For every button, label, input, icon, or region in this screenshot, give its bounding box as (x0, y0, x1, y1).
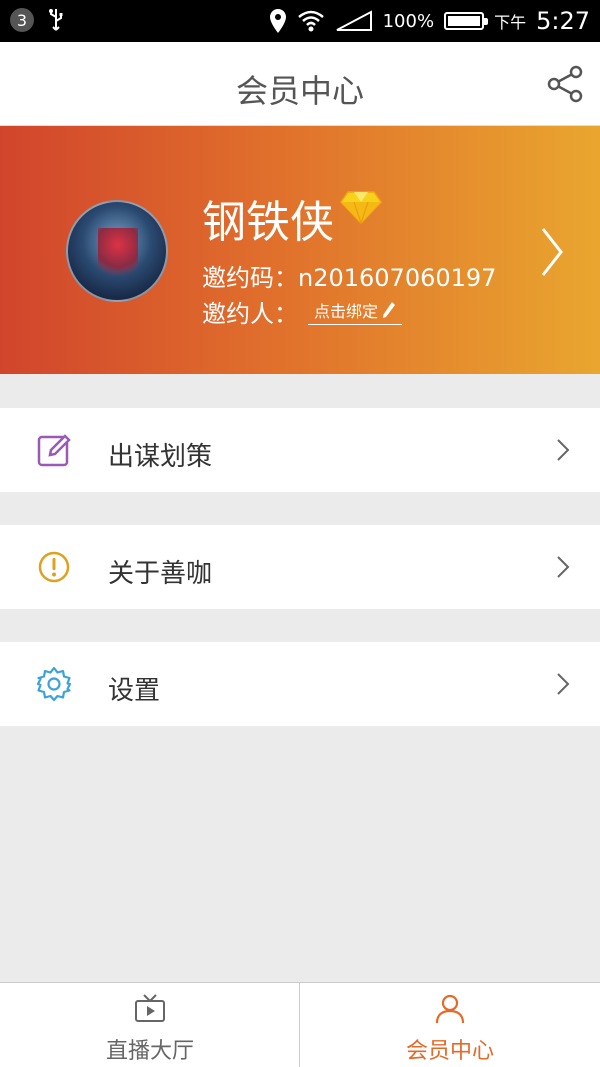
time-prefix: 下午 (494, 13, 527, 32)
tv-icon (135, 994, 165, 1022)
user-icon (435, 994, 465, 1024)
usb-icon (49, 9, 63, 31)
chevron-right-icon (557, 556, 570, 578)
page-title: 会员中心 (235, 72, 364, 110)
app-header: 会员中心 (0, 42, 600, 126)
gear-icon (36, 666, 72, 702)
status-bar: 3 100% 下午 5:27 (0, 0, 600, 42)
edit-icon (37, 434, 71, 467)
chevron-right-icon[interactable] (540, 226, 564, 278)
tab-label: 直播大厅 (105, 1039, 194, 1064)
profile-banner[interactable]: 钢铁侠 邀约码：n201607060197 邀约人： 点击绑定 (0, 126, 600, 374)
chevron-right-icon (557, 673, 570, 695)
bind-link-text: 点击绑定 (314, 302, 379, 321)
menu-item-settings[interactable]: 设置 (0, 642, 600, 726)
battery-percent: 100% (382, 10, 435, 32)
pencil-icon (383, 302, 396, 318)
diamond-icon (340, 191, 382, 224)
wifi-icon (297, 10, 324, 32)
menu-item-about[interactable]: 关于善咖 (0, 525, 600, 609)
status-left: 3 (10, 8, 64, 32)
clock: 5:27 (536, 7, 590, 35)
menu-label: 设置 (108, 676, 161, 706)
bind-inviter-link[interactable]: 点击绑定 (308, 298, 403, 325)
share-icon[interactable] (546, 64, 586, 104)
tab-member-center[interactable]: 会员中心 (300, 983, 600, 1067)
invite-code: 邀约码：n201607060197 (202, 264, 497, 292)
inviter-row: 邀约人： 点击绑定 (202, 294, 403, 329)
notification-badge: 3 (10, 8, 34, 32)
signal-icon (336, 10, 372, 31)
avatar-image (98, 228, 138, 284)
status-right: 100% 下午 5:27 (269, 6, 590, 36)
info-alert-icon (38, 551, 70, 583)
battery-icon (444, 12, 489, 30)
tab-live-hall[interactable]: 直播大厅 (0, 983, 300, 1067)
location-icon (269, 9, 286, 33)
inviter-label: 邀约人： (202, 300, 298, 328)
tab-label: 会员中心 (405, 1039, 494, 1064)
menu-label: 出谋划策 (108, 442, 213, 472)
username: 钢铁侠 (202, 197, 334, 248)
menu-item-suggestions[interactable]: 出谋划策 (0, 408, 600, 492)
chevron-right-icon (557, 439, 570, 461)
avatar[interactable] (66, 200, 168, 302)
bottom-tab-bar: 直播大厅 会员中心 (0, 982, 600, 1067)
menu-label: 关于善咖 (108, 559, 213, 589)
